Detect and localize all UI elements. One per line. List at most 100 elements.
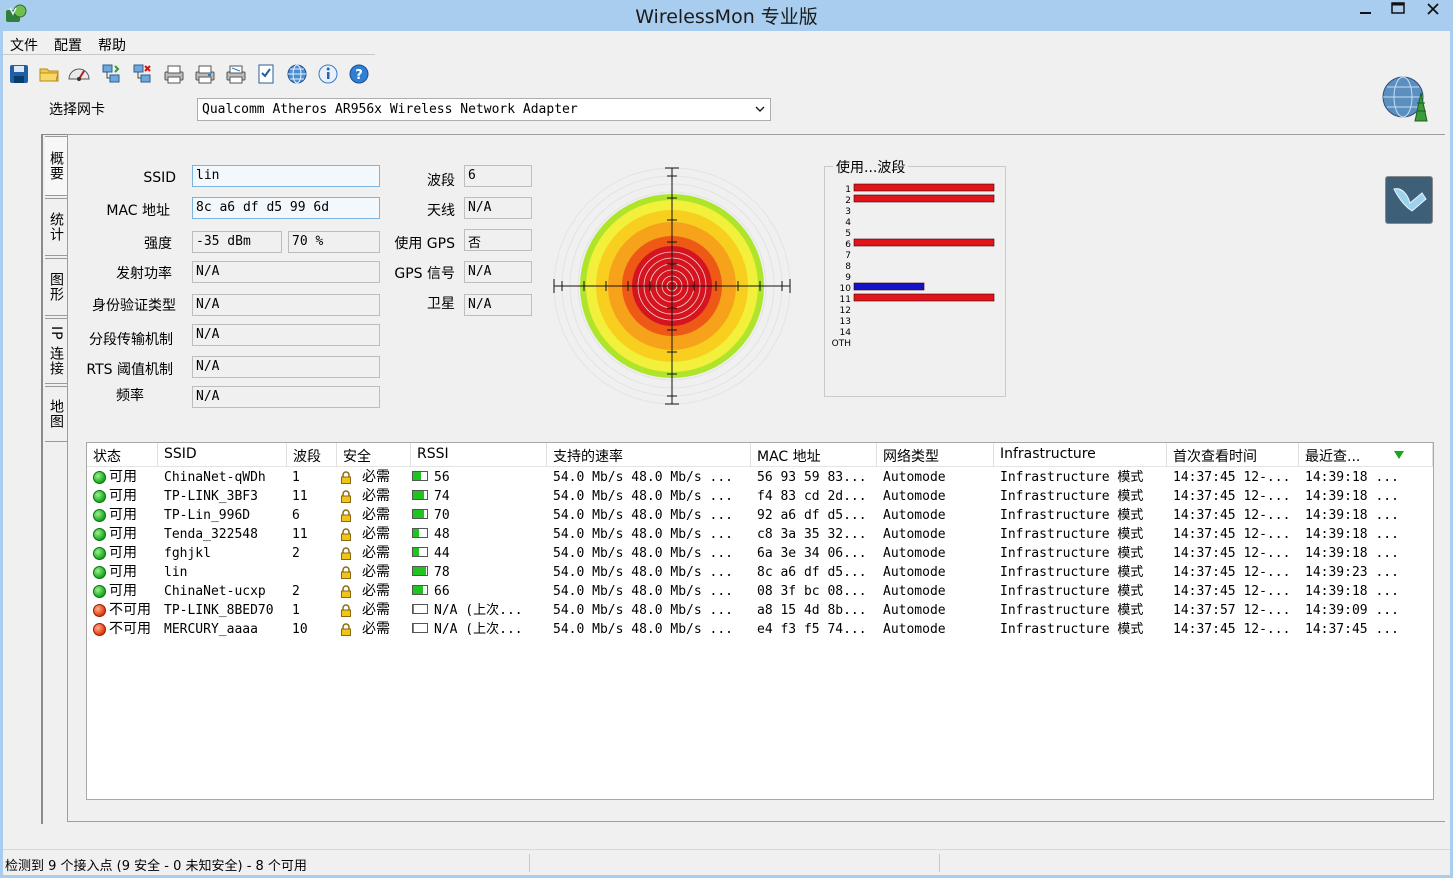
- web-button[interactable]: [285, 62, 309, 86]
- available-status-icon: [93, 490, 106, 503]
- strength-label: 强度: [144, 236, 172, 252]
- band-channel-label: 13: [840, 317, 851, 327]
- cell-last: 14:39:18 ...: [1305, 508, 1399, 523]
- band-channel-label: 9: [845, 273, 851, 283]
- lock-icon: [341, 585, 351, 598]
- auth-field: N/A: [192, 294, 380, 316]
- cell-mac: c8 3a 35 32...: [757, 527, 867, 542]
- available-status-icon: [93, 471, 106, 484]
- status-text: 检测到 9 个接入点 (9 安全 - 0 未知安全) - 8 个可用: [5, 859, 307, 874]
- network-disconnect-icon: [133, 64, 151, 83]
- column-header[interactable]: 首次查看时间: [1167, 443, 1299, 467]
- cell-security: 必需: [362, 564, 390, 580]
- column-header[interactable]: RSSI: [411, 443, 547, 467]
- signal-meter-icon: [412, 471, 428, 481]
- print-button-1[interactable]: [162, 62, 186, 86]
- maximize-icon[interactable]: [1381, 0, 1415, 24]
- band-channel-label: 10: [840, 284, 852, 294]
- info-button[interactable]: [316, 62, 340, 86]
- auth-label: 身份验证类型: [92, 298, 176, 314]
- table-row[interactable]: 不可用 TP-LINK_8BED70 1 必需 N/A (上次... 54.0 Mb/s …: [87, 601, 1433, 620]
- cell-last: 14:39:09 ...: [1305, 603, 1399, 618]
- minimize-icon[interactable]: [1348, 0, 1382, 24]
- print-button-2[interactable]: [193, 62, 217, 86]
- signal-meter-icon: [412, 528, 428, 538]
- checklist-button[interactable]: [254, 62, 278, 86]
- available-status-icon: [93, 547, 106, 560]
- column-header[interactable]: SSID: [158, 443, 287, 467]
- cell-channel: 11: [292, 489, 308, 504]
- cell-nettype: Automode: [883, 527, 946, 542]
- disconnect-button[interactable]: [130, 62, 154, 86]
- signal-meter-icon: [412, 509, 428, 519]
- open-folder-icon: [39, 68, 59, 82]
- cell-ssid: ChinaNet-ucxp: [164, 584, 266, 599]
- channel-field: 6: [464, 165, 532, 187]
- satellite-label: 卫星: [427, 296, 455, 312]
- cell-channel: 1: [292, 603, 300, 618]
- menu-help[interactable]: 帮助: [98, 35, 126, 55]
- table-row[interactable]: 可用 ChinaNet-qWDh 1 必需 56 54.0 Mb/s 48.0 Mb/s …: [87, 468, 1433, 487]
- tab-map[interactable]: 地图: [45, 386, 67, 442]
- cell-security: 必需: [362, 602, 390, 618]
- satellite-field: N/A: [464, 294, 532, 316]
- help-button[interactable]: ?: [347, 62, 371, 86]
- table-row[interactable]: 可用 TP-LINK_3BF3 11 必需 74 54.0 Mb/s 48.0 Mb/s …: [87, 487, 1433, 506]
- side-panel-button[interactable]: [1385, 176, 1433, 224]
- column-header[interactable]: 支持的速率: [547, 443, 751, 467]
- column-header[interactable]: 波段: [287, 443, 337, 467]
- cell-infra: Infrastructure 模式: [1000, 508, 1144, 523]
- band-usage-chart: 1234567891011121314OTH: [832, 183, 995, 349]
- gauge-button[interactable]: [67, 62, 91, 86]
- menu-file[interactable]: 文件: [10, 35, 38, 55]
- mac-field: 8c a6 df d5 99 6d: [192, 197, 380, 219]
- cell-ssid: Tenda_322548: [164, 527, 258, 542]
- connect-button[interactable]: [99, 62, 123, 86]
- printer-icon: [226, 65, 246, 84]
- signal-meter-icon: [412, 623, 428, 633]
- tab-summary[interactable]: 概要: [45, 136, 67, 196]
- txpower-label: 发射功率: [116, 266, 172, 282]
- adapter-label: 选择网卡: [49, 102, 105, 118]
- adapter-select[interactable]: Qualcomm Atheros AR956x Wireless Network…: [197, 98, 771, 121]
- save-button[interactable]: [7, 62, 31, 86]
- lock-icon: [341, 509, 351, 522]
- client-area: 文件 配置 帮助 ? 选择网卡 Qualcomm Atheros AR956x …: [3, 31, 1450, 875]
- table-row[interactable]: 可用 ChinaNet-ucxp 2 必需 66 54.0 Mb/s 48.0 Mb/s …: [87, 582, 1433, 601]
- column-header[interactable]: MAC 地址: [751, 443, 877, 467]
- cell-infra: Infrastructure 模式: [1000, 565, 1144, 580]
- lock-icon: [341, 623, 351, 636]
- table-row[interactable]: 不可用 MERCURY_aaaa 10 必需 N/A (上次... 54.0 Mb/s 4…: [87, 620, 1433, 639]
- antenna-label: 天线: [427, 203, 455, 219]
- band-channel-label: 1: [845, 185, 851, 195]
- cell-first: 14:37:45 12-...: [1173, 527, 1291, 542]
- close-icon[interactable]: [1418, 0, 1448, 24]
- cell-last: 14:39:18 ...: [1305, 489, 1399, 504]
- cell-status: 可用: [109, 507, 137, 523]
- cell-security: 必需: [362, 507, 390, 523]
- open-button[interactable]: [37, 62, 61, 86]
- table-row[interactable]: 可用 fghjkl 2 必需 44 54.0 Mb/s 48.0 Mb/s ... 6a 3…: [87, 544, 1433, 563]
- column-header[interactable]: 网络类型: [877, 443, 994, 467]
- column-header[interactable]: 最近查...: [1299, 443, 1433, 467]
- network-table: 状态 SSID 波段 安全 RSSI 支持的速率 MAC 地址 网络类型 Infrastruct…: [86, 442, 1434, 800]
- menu-config[interactable]: 配置: [54, 35, 82, 55]
- band-bar-1: [853, 183, 995, 192]
- cell-security: 必需: [362, 583, 390, 599]
- print-button-3[interactable]: [224, 62, 248, 86]
- frag-field: N/A: [192, 324, 380, 346]
- band-bar-2: [853, 194, 995, 203]
- tab-statistics[interactable]: 统计: [45, 198, 67, 256]
- status-bar: 检测到 9 个接入点 (9 安全 - 0 未知安全) - 8 个可用: [3, 849, 1450, 875]
- strength-dbm-field: -35 dBm: [192, 231, 282, 253]
- table-row[interactable]: 可用 TP-Lin_996D 6 必需 70 54.0 Mb/s 48.0 Mb/s ..…: [87, 506, 1433, 525]
- column-header[interactable]: Infrastructure: [994, 443, 1167, 467]
- column-header[interactable]: 状态: [87, 443, 158, 467]
- sort-arrow-icon[interactable]: [1393, 450, 1405, 460]
- band-channel-label: 7: [845, 251, 851, 261]
- table-row[interactable]: 可用 Tenda_322548 11 必需 48 54.0 Mb/s 48.0 Mb/s …: [87, 525, 1433, 544]
- table-row[interactable]: 可用 lin 必需 78 54.0 Mb/s 48.0 Mb/s ... 8c a6 df…: [87, 563, 1433, 582]
- cell-rssi: 48: [434, 527, 450, 542]
- column-header[interactable]: 安全: [337, 443, 411, 467]
- gps-field: 否: [464, 229, 532, 251]
